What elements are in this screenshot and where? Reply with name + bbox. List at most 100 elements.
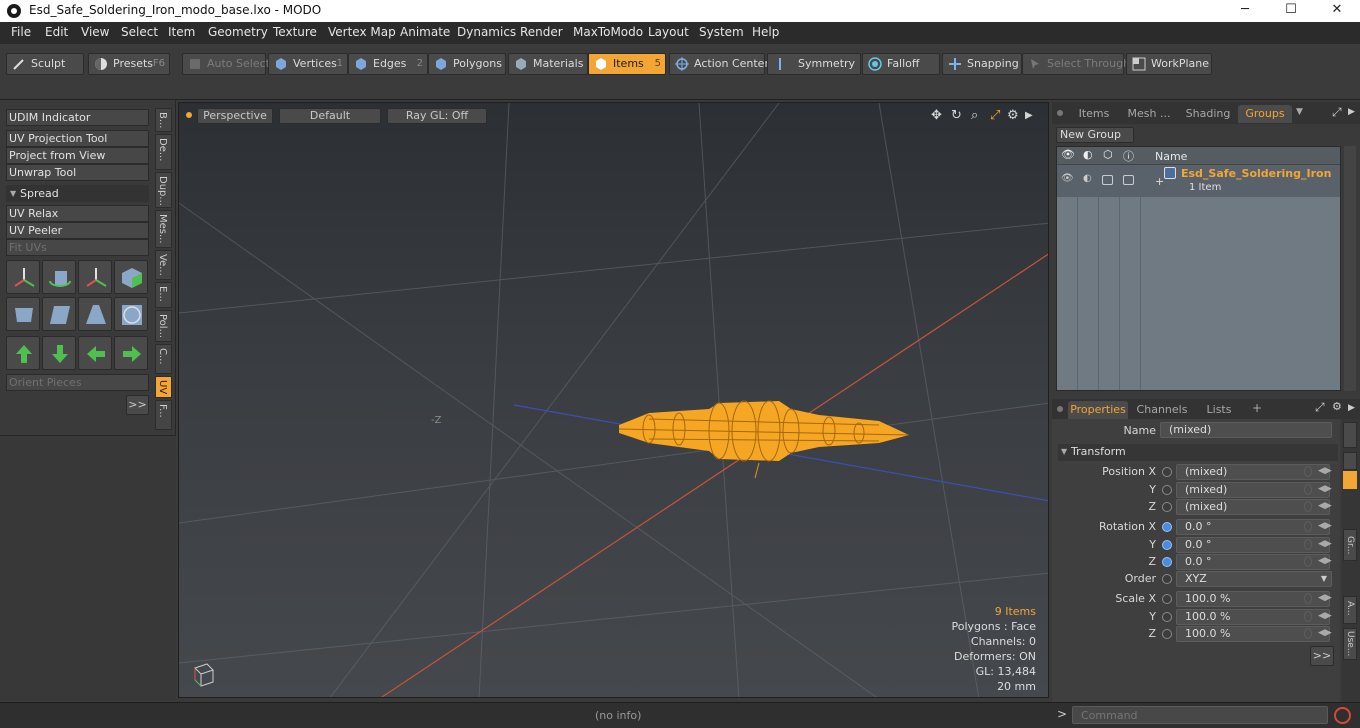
menu-dynamics[interactable]: Dynamics xyxy=(457,25,516,39)
menu-texture[interactable]: Texture xyxy=(273,25,317,39)
unwrap-tool-button[interactable]: Unwrap Tool xyxy=(6,164,149,181)
shading-mode-button[interactable]: Default xyxy=(279,108,381,124)
menu-item[interactable]: Item xyxy=(168,25,195,39)
polygons-button[interactable]: Polygons xyxy=(428,53,506,75)
render-icon[interactable]: ◐ xyxy=(1083,148,1093,161)
uv-move-right-button[interactable] xyxy=(114,336,148,370)
uv-transform-tool-button[interactable] xyxy=(78,260,112,294)
sculpt-button[interactable]: Sculpt xyxy=(6,53,84,75)
uv-sphere-tool-button[interactable] xyxy=(114,297,148,331)
scale-z-radio[interactable] xyxy=(1162,629,1172,639)
tab-channels[interactable]: Channels xyxy=(1132,401,1192,419)
add-tab-button[interactable]: + xyxy=(1252,401,1262,415)
tab-lists[interactable]: Lists xyxy=(1194,401,1244,419)
udim-indicator-button[interactable]: UDIM Indicator xyxy=(6,109,149,126)
items-button[interactable]: Items 5 xyxy=(588,53,666,75)
panel-options-icon[interactable]: ▶ xyxy=(1348,107,1355,117)
scale-z-arrows-icon[interactable]: ◀▶ xyxy=(1318,628,1332,638)
scale-x-arrows-icon[interactable]: ◀▶ xyxy=(1318,593,1332,603)
menu-vertex-map[interactable]: Vertex Map xyxy=(328,25,396,39)
tab-groups[interactable]: Groups xyxy=(1238,105,1292,123)
minimize-button[interactable]: ─ xyxy=(1222,0,1268,22)
uv-planar-tool-button[interactable] xyxy=(42,297,76,331)
menu-help[interactable]: Help xyxy=(752,25,779,39)
action-center-button[interactable]: Action Center xyxy=(669,53,769,75)
groups-scrollbar[interactable] xyxy=(1344,146,1356,391)
position-x-key-icon[interactable] xyxy=(1304,466,1312,477)
menu-animate[interactable]: Animate xyxy=(400,25,450,39)
properties-side-tab-1[interactable] xyxy=(1343,422,1357,448)
perspective-view-button[interactable]: Perspective xyxy=(197,108,273,124)
row-render-icon[interactable]: ◐ xyxy=(1083,173,1092,184)
side-tab-deform[interactable]: De... xyxy=(155,134,172,170)
tab-shading[interactable]: Shading xyxy=(1180,105,1236,123)
tab-dropdown-icon[interactable]: ▼ xyxy=(1296,107,1303,117)
record-macro-icon[interactable] xyxy=(1334,707,1351,724)
menu-select[interactable]: Select xyxy=(121,25,158,39)
scale-y-radio[interactable] xyxy=(1162,612,1172,622)
maximize-button[interactable]: ☐ xyxy=(1268,0,1314,22)
panel-maximize-icon[interactable]: ⤢ xyxy=(1332,105,1342,120)
tab-mesh[interactable]: Mesh ... xyxy=(1120,105,1178,123)
close-button[interactable]: ✕ xyxy=(1314,0,1360,22)
select-through-button[interactable]: Select Through xyxy=(1022,53,1130,75)
uv-move-down-button[interactable] xyxy=(42,336,76,370)
symmetry-button[interactable]: Symmetry xyxy=(767,53,861,75)
falloff-button[interactable]: Falloff xyxy=(862,53,940,75)
group-row[interactable]: 👁 ◐ + Esd_Safe_Soldering_Iron 1 Item xyxy=(1057,165,1340,197)
materials-button[interactable]: Materials xyxy=(508,53,588,75)
menu-view[interactable]: View xyxy=(81,25,109,39)
auto-select-button[interactable]: Auto Select xyxy=(182,53,270,75)
position-y-radio[interactable] xyxy=(1162,485,1172,495)
vertices-button[interactable]: Vertices 1 xyxy=(268,53,348,75)
position-y-key-icon[interactable] xyxy=(1304,484,1312,495)
raygl-toggle[interactable]: Ray GL: Off xyxy=(387,108,487,124)
properties-options-icon[interactable]: ▶ xyxy=(1348,403,1355,413)
uv-relax-button[interactable]: UV Relax xyxy=(6,205,149,222)
position-z-radio[interactable] xyxy=(1162,502,1172,512)
more-tools-button[interactable]: >> xyxy=(126,395,149,415)
uv-perspective-tool-button[interactable] xyxy=(78,297,112,331)
rotation-y-radio[interactable] xyxy=(1162,540,1172,550)
properties-maximize-icon[interactable]: ⤢ xyxy=(1315,400,1325,415)
side-tab-edge[interactable]: E... xyxy=(155,282,172,308)
rotation-x-radio[interactable] xyxy=(1162,522,1172,532)
menu-maxtomodo[interactable]: MaxToModo xyxy=(573,25,643,39)
menu-edit[interactable]: Edit xyxy=(45,25,68,39)
presets-button[interactable]: Presets F6 xyxy=(88,53,170,75)
side-tab-uv[interactable]: UV xyxy=(155,376,172,398)
lock-icon[interactable]: ⬡ xyxy=(1103,148,1113,161)
order-dropdown[interactable]: XYZ ▼ xyxy=(1176,571,1332,587)
menu-system[interactable]: System xyxy=(699,25,744,39)
command-input[interactable] xyxy=(1072,706,1328,724)
properties-side-tab-user[interactable]: Use... xyxy=(1343,628,1357,660)
panel-menu-dot-icon[interactable] xyxy=(1057,110,1063,116)
zoom-icon[interactable]: ⌕ xyxy=(971,108,978,123)
scale-z-key-icon[interactable] xyxy=(1304,628,1312,639)
side-tab-mesh[interactable]: Mes... xyxy=(155,210,172,248)
new-group-button[interactable]: New Group xyxy=(1056,127,1134,143)
properties-side-tab-assembly[interactable]: A... xyxy=(1343,596,1357,624)
menu-render[interactable]: Render xyxy=(520,25,563,39)
orient-pieces-button[interactable]: Orient Pieces xyxy=(6,374,149,391)
uv-rotate-tool-button[interactable] xyxy=(42,260,76,294)
scale-y-key-icon[interactable] xyxy=(1304,611,1312,622)
properties-side-tab-active[interactable] xyxy=(1343,471,1357,489)
visibility-eye-icon[interactable]: 👁 xyxy=(1061,148,1075,161)
menu-file[interactable]: File xyxy=(11,25,31,39)
groups-list[interactable]: 👁 ◐ ⬡ ⓘ Name 👁 ◐ + Esd_Safe_Soldering_Ir… xyxy=(1056,146,1341,391)
uv-move-tool-button[interactable] xyxy=(6,260,40,294)
position-z-key-icon[interactable] xyxy=(1304,501,1312,512)
pan-icon[interactable]: ✥ xyxy=(931,108,942,123)
edges-button[interactable]: Edges 2 xyxy=(348,53,428,75)
position-x-arrows-icon[interactable]: ◀▶ xyxy=(1318,466,1332,476)
side-tab-polygon[interactable]: Pol... xyxy=(155,310,172,342)
side-tab-fusion[interactable]: F... xyxy=(155,400,172,430)
properties-more-button[interactable]: >> xyxy=(1310,646,1334,666)
uv-peeler-button[interactable]: UV Peeler xyxy=(6,222,149,239)
properties-side-tab-2[interactable] xyxy=(1343,452,1357,470)
rotation-x-key-icon[interactable] xyxy=(1304,521,1312,532)
rotation-z-radio[interactable] xyxy=(1162,557,1172,567)
uv-cylinder-tool-button[interactable] xyxy=(6,297,40,331)
properties-side-tab-groups[interactable]: Gr... xyxy=(1343,529,1357,561)
